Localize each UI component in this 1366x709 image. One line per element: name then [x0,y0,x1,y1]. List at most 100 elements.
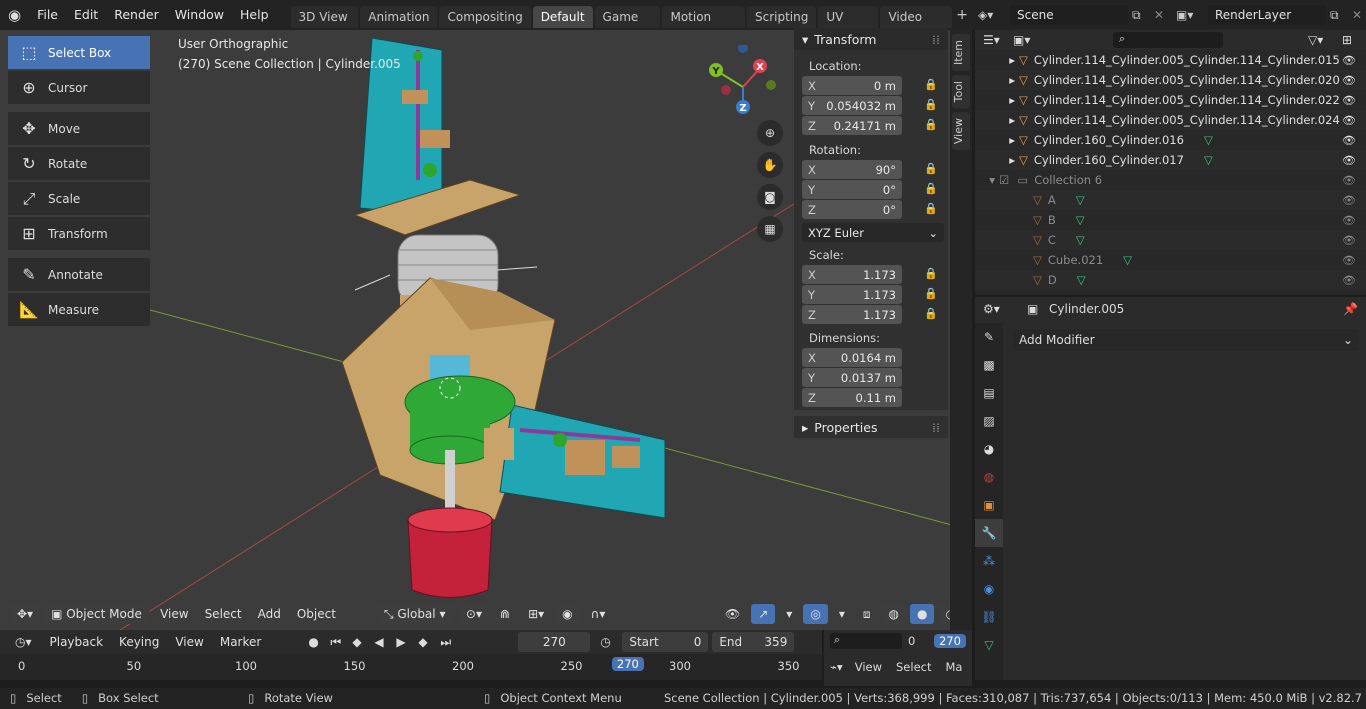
sidebar-tab-view[interactable]: View [952,112,970,151]
jump-start-icon[interactable]: ⏮ [330,635,348,650]
drag-handle-icon[interactable]: ⁞⁞ [932,420,940,435]
overlay-dropdown-icon[interactable]: ▾ [832,604,852,624]
location-z-field[interactable]: Z 0.24171 m [802,116,902,135]
menu-file[interactable]: File [29,0,66,30]
viewport-menu-view[interactable]: View [153,604,195,624]
lock-icon[interactable]: 🔒 [924,78,938,92]
current-frame-field[interactable]: 270 [518,632,591,652]
rotation-mode-dropdown[interactable]: XYZ Euler ⌄ [802,223,944,242]
keyframe-dot-icon[interactable]: ● [308,635,326,649]
timeline-type-icon[interactable]: ◷▾ [8,632,39,652]
rotation-x-field[interactable]: X 90° [802,160,902,179]
tool-scale[interactable]: ⤢ Scale [8,182,150,215]
xray-icon[interactable]: ⧈ [856,604,878,624]
tab-3d-view-full[interactable]: 3D View Full [290,6,359,46]
eye-icon[interactable]: 👁 [1342,234,1356,247]
next-keyframe-icon[interactable]: ◆ [418,635,436,649]
particles-tab-icon[interactable]: ⁂ [975,547,1003,575]
grid-icon[interactable]: ▦ [757,216,783,242]
gizmo-dropdown-icon[interactable]: ▾ [779,604,799,624]
eye-icon[interactable]: 👁 [1342,54,1356,67]
scale-x-field[interactable]: X 1.173 [802,265,902,284]
outliner-row[interactable]: ▸ ▽ Cylinder.114_Cylinder.005_Cylinder.114… [975,50,1366,70]
world-tab-icon[interactable]: ◍ [975,463,1003,491]
properties-panel-header[interactable]: ▸ Properties ⁞⁞ [794,416,948,438]
view-layer-tab-icon[interactable]: ▨ [975,407,1003,435]
sidebar-tab-tool[interactable]: Tool [952,75,970,109]
menu-edit[interactable]: Edit [66,0,106,30]
graph-frame-b[interactable]: 270 [934,634,966,648]
outliner-row[interactable]: ▽ D ▽ 👁 [975,270,1366,290]
shading-wire-icon[interactable]: ◍ [881,604,906,624]
lock-icon[interactable]: 🔒 [924,162,938,176]
eye-icon[interactable]: 👁 [1342,194,1356,207]
pan-hand-icon[interactable]: ✋ [757,152,783,178]
prev-keyframe-icon[interactable]: ◆ [352,635,370,649]
add-workspace-button[interactable]: + [956,7,968,23]
graph-search-field[interactable]: ⌕ [830,633,902,649]
pivot-icon[interactable]: ⊙▾ [458,604,489,624]
playhead-frame-indicator[interactable]: 270 [611,657,644,671]
shading-solid-icon[interactable]: ● [909,604,935,624]
viewport-menu-add[interactable]: Add [251,604,288,624]
tab-game-logic[interactable]: Game Logic [594,6,661,46]
modifier-tab-icon[interactable]: 🔧 [975,519,1003,547]
mesh-data-icon[interactable]: ▽ [1076,193,1085,207]
rotation-z-field[interactable]: Z 0° [802,200,902,219]
mesh-data-icon[interactable]: ▽ [1076,213,1085,227]
outliner[interactable]: ☰▾ ▣▾ ⌕ ▽▾ ⊞ ▸ ▽ Cylinder.114_Cylinder.005… [975,30,1366,295]
dimensions-x-field[interactable]: X 0.0164 m [802,348,902,367]
jump-end-icon[interactable]: ⏭ [440,635,458,650]
tool-move[interactable]: ✥ Move [8,112,150,145]
tab-scripting[interactable]: Scripting [747,6,817,28]
scene-close-icon[interactable]: ✕ [1154,8,1172,22]
graph-menu-select[interactable]: Select [896,660,931,674]
render-tab-icon[interactable]: ▩ [975,351,1003,379]
timeline-menu-view[interactable]: View [168,632,210,652]
mode-dropdown[interactable]: ▣ Object Mode ▾ [44,604,150,630]
filter-icon[interactable]: ▽▾ [1308,33,1338,47]
expand-arrow-icon[interactable]: ▸ [975,113,1019,127]
scale-y-field[interactable]: Y 1.173 [802,285,902,304]
timeline-menu-playback[interactable]: Playback [43,632,111,652]
eye-icon[interactable]: 👁 [1342,174,1356,187]
expand-arrow-icon[interactable]: ▸ [975,93,1019,107]
mesh-data-icon[interactable]: ▽ [1204,133,1213,147]
orientation-dropdown[interactable]: ⤡ Global ▾ [376,604,455,624]
outliner-row[interactable]: ▽ C ▽ 👁 [975,230,1366,250]
start-frame-field[interactable]: Start 0 [622,632,709,652]
expand-arrow-icon[interactable]: ▸ [975,153,1019,167]
stopwatch-icon[interactable]: ◷ [600,635,618,649]
snap-icon[interactable]: ⋒ [493,604,517,624]
location-y-field[interactable]: Y 0.054032 m [802,96,902,115]
blender-logo-icon[interactable]: ◉ [0,6,29,24]
outliner-row[interactable]: ▸ ▽ Cylinder.114_Cylinder.005_Cylinder.114… [975,110,1366,130]
object-tab-icon[interactable]: ▣ [975,491,1003,519]
scene-copy-icon[interactable]: ⧉ [1132,8,1150,23]
outliner-type-icon[interactable]: ☰▾ [983,33,1009,47]
renderlayer-selector-icon[interactable]: ▣▾ [1176,8,1204,22]
outliner-search-field[interactable]: ⌕ [1113,32,1223,48]
sidebar-tab-item[interactable]: Item [952,34,970,72]
viewport-menu-select[interactable]: Select [198,604,249,624]
lock-icon[interactable]: 🔒 [924,287,938,301]
mesh-data-icon[interactable]: ▽ [1123,253,1132,267]
proportional-icon[interactable]: ◉ [555,604,580,624]
lock-icon[interactable]: 🔒 [924,98,938,112]
tab-uv-editing[interactable]: UV Editing [818,6,879,46]
tool-annotate[interactable]: ✎ Annotate [8,258,150,291]
renderlayer-name-field[interactable]: RenderLayer [1208,5,1326,25]
mesh-data-icon[interactable]: ▽ [1077,273,1086,287]
tab-compositing[interactable]: Compositing [439,6,531,28]
outliner-row[interactable]: ▽ B ▽ 👁 [975,210,1366,230]
overlay-toggle-icon[interactable]: ◎ [803,604,828,624]
lock-icon[interactable]: 🔒 [924,307,938,321]
graph-menu-ma[interactable]: Ma [945,660,962,674]
physics-tab-icon[interactable]: ◉ [975,575,1003,603]
timeline[interactable]: ◷▾ Playback Keying View Marker ● ⏮ ◆ ◀ ▶ ◆ … [0,630,822,680]
mesh-data-icon[interactable]: ▽ [1076,233,1085,247]
tool-measure[interactable]: 📐 Measure [8,293,150,326]
tool-cursor[interactable]: ⊕ Cursor [8,71,150,104]
navigation-gizmo[interactable]: X Y Z [705,45,785,125]
data-tab-icon[interactable]: ▽ [975,631,1003,659]
